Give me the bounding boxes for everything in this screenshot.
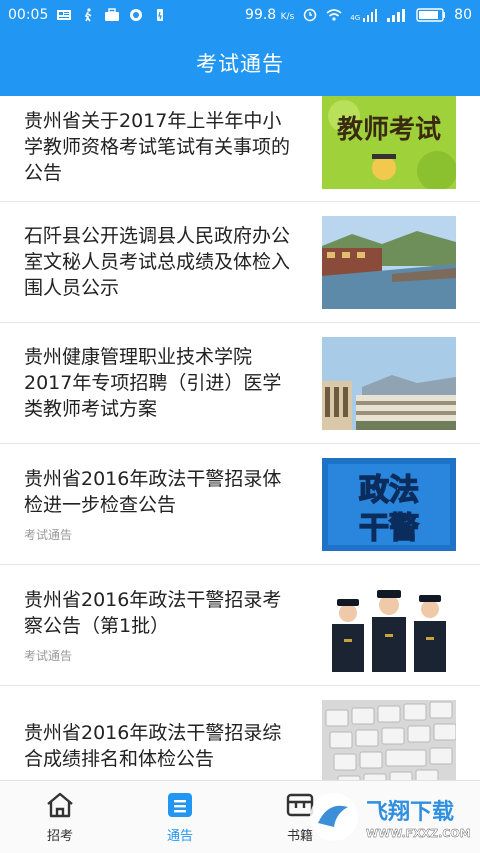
item-tag: 考试通告 <box>24 527 73 542</box>
net-speed-unit: K/s <box>280 12 295 22</box>
home-icon <box>47 792 73 817</box>
item-title: 贵州省关于2017年上半年中小学教师资格考试笔试有关事项的公告 <box>24 110 291 184</box>
watermark-text: 飞翔下载 <box>366 799 454 825</box>
network-type: 4G <box>350 14 361 22</box>
item-title: 贵州健康管理职业技术学院2017年专项招聘（引进）医学类教师考试方案 <box>24 346 282 420</box>
watermark: 飞翔下载 WWW.FXXZ.COM <box>304 787 474 847</box>
thumbnail-police-text: 政法 干警 <box>322 457 456 551</box>
wifi-icon <box>326 9 342 21</box>
net-speed: 99.8 <box>245 7 277 23</box>
signal-icon <box>363 9 378 22</box>
briefcase-icon <box>105 8 120 21</box>
item-title: 贵州省2016年政法干警招录体检进一步检查公告 <box>24 467 282 516</box>
item-title: 石阡县公开选调县人民政府办公室文秘人员考试总成绩及体检入围人员公示 <box>24 225 291 299</box>
thumbnail-teacher-exam: 教师考试 <box>322 96 456 189</box>
status-bar: 00:05 99.8 K/s 4G 80 <box>0 0 480 30</box>
item-title: 贵州省2016年政法干警招录综合成绩排名和体检公告 <box>24 722 282 770</box>
clock: 00:05 <box>8 7 49 23</box>
list-item[interactable]: 石阡县公开选调县人民政府办公室文秘人员考试总成绩及体检入围人员公示 <box>0 202 480 323</box>
app-icon <box>130 9 143 21</box>
page-title: 考试通告 <box>196 52 284 76</box>
battery-saver-icon <box>157 9 164 21</box>
list-item[interactable]: 贵州健康管理职业技术学院2017年专项招聘（引进）医学类教师考试方案 <box>0 323 480 444</box>
tab-exams-label: 招考 <box>46 828 73 844</box>
list-item[interactable]: 贵州省关于2017年上半年中小学教师资格考试笔试有关事项的公告 教师考试 <box>0 96 480 202</box>
thumbnail-police-officers <box>322 578 456 672</box>
thumb-text-1: 政法 <box>359 473 419 508</box>
item-title: 贵州省2016年政法干警招录考察公告（第1批） <box>24 588 282 637</box>
item-tag: 考试通告 <box>24 648 73 663</box>
signal-2-icon <box>387 9 406 22</box>
list-item[interactable]: 贵州省2016年政法干警招录考察公告（第1批） 考试通告 <box>0 565 480 686</box>
thumbnail-town <box>322 215 456 309</box>
thumb-text-2: 干警 <box>359 511 419 546</box>
watermark-url: WWW.FXXZ.COM <box>366 827 471 840</box>
app-header: 考试通告 <box>0 30 480 96</box>
tab-notices[interactable]: 通告 <box>120 781 240 853</box>
alarm-icon <box>304 8 317 22</box>
thumbnail-keyboard <box>322 699 456 780</box>
tab-exams[interactable]: 招考 <box>0 781 120 853</box>
tab-notices-label: 通告 <box>166 828 193 844</box>
battery-level: 80 <box>454 7 472 23</box>
notice-list[interactable]: 贵州省关于2017年上半年中小学教师资格考试笔试有关事项的公告 教师考试 石阡县… <box>0 96 480 780</box>
news-icon <box>57 10 72 20</box>
list-item[interactable]: 贵州省2016年政法干警招录体检进一步检查公告 考试通告 政法 干警 <box>0 444 480 565</box>
notice-icon <box>168 792 192 817</box>
walk-icon <box>85 8 92 22</box>
battery-icon <box>416 8 446 22</box>
list-item[interactable]: 贵州省2016年政法干警招录综合成绩排名和体检公告 <box>0 686 480 780</box>
thumbnail-campus <box>322 336 456 430</box>
thumb-text: 教师考试 <box>337 115 441 145</box>
